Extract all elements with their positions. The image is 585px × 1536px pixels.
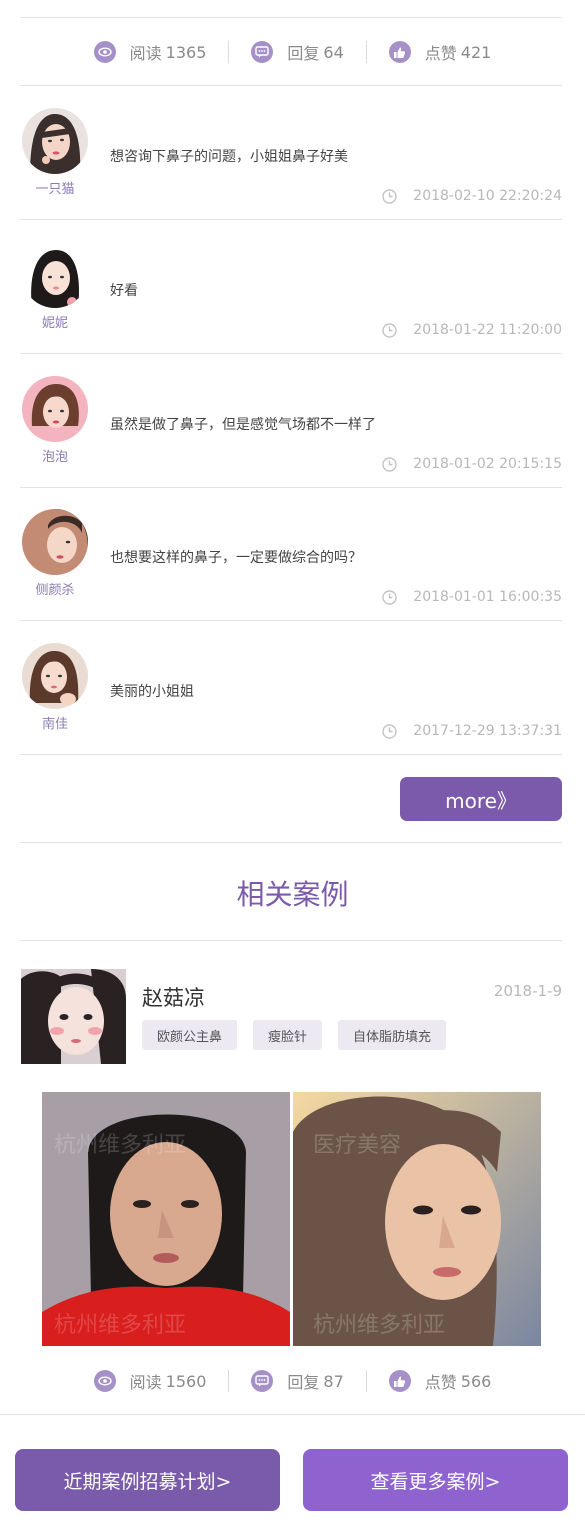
divider <box>20 754 562 755</box>
read-count: 1365 <box>165 42 207 62</box>
read-label: 阅读 <box>129 44 162 63</box>
comment-text: 想咨询下鼻子的问题，小姐姐鼻子好美 <box>110 149 348 165</box>
case-date: 2018-1-9 <box>493 982 562 1000</box>
commenter-name: 侧颜杀 <box>35 583 75 598</box>
comment-text: 虽然是做了鼻子，但是感觉气场都不一样了 <box>110 417 376 433</box>
comment-item: 妮妮 好看 2018-01-22 11:20:00 <box>20 220 562 354</box>
case-stats: 阅读 1560 回复 87 点赞 566 <box>0 1361 585 1401</box>
comment-text: 也想要这样的鼻子，一定要做综合的吗？ <box>110 550 362 566</box>
eye-icon <box>93 1370 116 1392</box>
comment-timestamp: 2018-02-10 22:20:24 <box>413 188 562 204</box>
svg-text:医疗美容: 医疗美容 <box>313 1133 401 1158</box>
case-tag[interactable]: 自体脂肪填充 <box>338 1020 447 1050</box>
comment-item: 一只猫 想咨询下鼻子的问题，小姐姐鼻子好美 2018-02-10 22:20:2… <box>20 86 562 220</box>
reply-stat[interactable]: 回复 64 <box>229 40 365 64</box>
divider <box>20 842 562 843</box>
like-stat[interactable]: 点赞 421 <box>367 40 514 64</box>
comment-item: 泡泡 虽然是做了鼻子，但是感觉气场都不一样了 2018-01-02 20:15:… <box>20 354 562 488</box>
eye-icon <box>93 41 116 63</box>
comment-icon <box>251 41 274 63</box>
commenter-name: 泡泡 <box>41 450 68 465</box>
clock-icon <box>382 322 397 338</box>
svg-text:杭州维多利亚: 杭州维多利亚 <box>54 1313 186 1338</box>
like-count: 421 <box>460 42 492 62</box>
svg-text:杭州维多利亚: 杭州维多利亚 <box>313 1313 445 1338</box>
reply-count: 87 <box>323 1371 344 1391</box>
read-count: 1560 <box>165 1371 207 1391</box>
comment-timestamp: 2018-01-22 11:20:00 <box>413 322 562 338</box>
thumbs-up-icon <box>388 1370 411 1392</box>
section-title: 相关案例 <box>236 878 349 911</box>
more-cases-button[interactable]: 查看更多案例> <box>303 1449 568 1511</box>
comment-timestamp: 2018-01-01 16:00:35 <box>413 589 562 605</box>
comment-item: 侧颜杀 也想要这样的鼻子，一定要做综合的吗？ 2018-01-01 16:00:… <box>20 487 562 621</box>
comment-text: 美丽的小姐姐 <box>110 684 194 700</box>
like-count: 566 <box>460 1371 492 1391</box>
comment-timestamp: 2018-01-02 20:15:15 <box>413 456 562 472</box>
case-tag[interactable]: 瘦脸针 <box>253 1020 323 1050</box>
case-tag[interactable]: 欧颜公主鼻 <box>142 1020 238 1050</box>
svg-text:杭州维多利亚: 杭州维多利亚 <box>54 1133 186 1158</box>
clock-icon <box>382 456 397 472</box>
read-stat: 阅读 1365 <box>72 40 229 64</box>
clock-icon <box>382 723 397 739</box>
divider <box>20 940 562 941</box>
comment-text: 好看 <box>110 283 138 299</box>
divider <box>0 1414 585 1415</box>
avatar[interactable] <box>22 242 88 308</box>
avatar[interactable] <box>22 108 88 174</box>
comment-time: 2017-12-29 13:37:31 <box>382 723 562 739</box>
comment-time: 2018-01-01 16:00:35 <box>382 589 562 605</box>
article-stats: 阅读 1365 回复 64 点赞 421 <box>0 32 585 72</box>
avatar[interactable] <box>22 509 88 575</box>
comment-icon <box>251 1370 274 1392</box>
reply-label: 回复 <box>287 1373 320 1392</box>
comment-time: 2018-01-02 20:15:15 <box>382 456 562 472</box>
case-thumbnail[interactable] <box>21 969 126 1064</box>
case-photos: 杭州维多利亚 杭州维多利亚 医疗美容 杭州维多利亚 <box>42 1092 541 1346</box>
after-photo[interactable]: 医疗美容杭州维多利亚 <box>293 1092 541 1346</box>
before-photo[interactable]: 杭州维多利亚 杭州维多利亚 <box>42 1092 290 1346</box>
thumbs-up-icon <box>388 41 411 63</box>
case-name[interactable]: 赵菇凉 <box>142 982 205 1012</box>
like-label: 点赞 <box>424 1373 457 1392</box>
avatar[interactable] <box>22 376 88 442</box>
more-button[interactable]: more》 <box>400 777 562 821</box>
like-label: 点赞 <box>424 44 457 63</box>
comment-time: 2018-01-22 11:20:00 <box>382 322 562 338</box>
case-tags: 欧颜公主鼻 瘦脸针 自体脂肪填充 <box>142 1020 447 1050</box>
reply-label: 回复 <box>287 44 320 63</box>
like-stat[interactable]: 点赞 566 <box>367 1369 514 1393</box>
reply-count: 64 <box>323 42 344 62</box>
read-stat: 阅读 1560 <box>72 1369 229 1393</box>
comment-timestamp: 2017-12-29 13:37:31 <box>413 723 562 739</box>
avatar[interactable] <box>22 643 88 709</box>
reply-stat[interactable]: 回复 87 <box>229 1369 365 1393</box>
divider <box>20 17 562 18</box>
clock-icon <box>382 188 397 204</box>
read-label: 阅读 <box>129 1373 162 1392</box>
comment-time: 2018-02-10 22:20:24 <box>382 188 562 204</box>
commenter-name: 一只猫 <box>35 182 75 197</box>
commenter-name: 南佳 <box>41 717 68 732</box>
comment-item: 南佳 美丽的小姐姐 2017-12-29 13:37:31 <box>20 621 562 755</box>
commenter-name: 妮妮 <box>41 316 68 331</box>
recruitment-plan-button[interactable]: 近期案例招募计划> <box>15 1449 280 1511</box>
clock-icon <box>382 589 397 605</box>
